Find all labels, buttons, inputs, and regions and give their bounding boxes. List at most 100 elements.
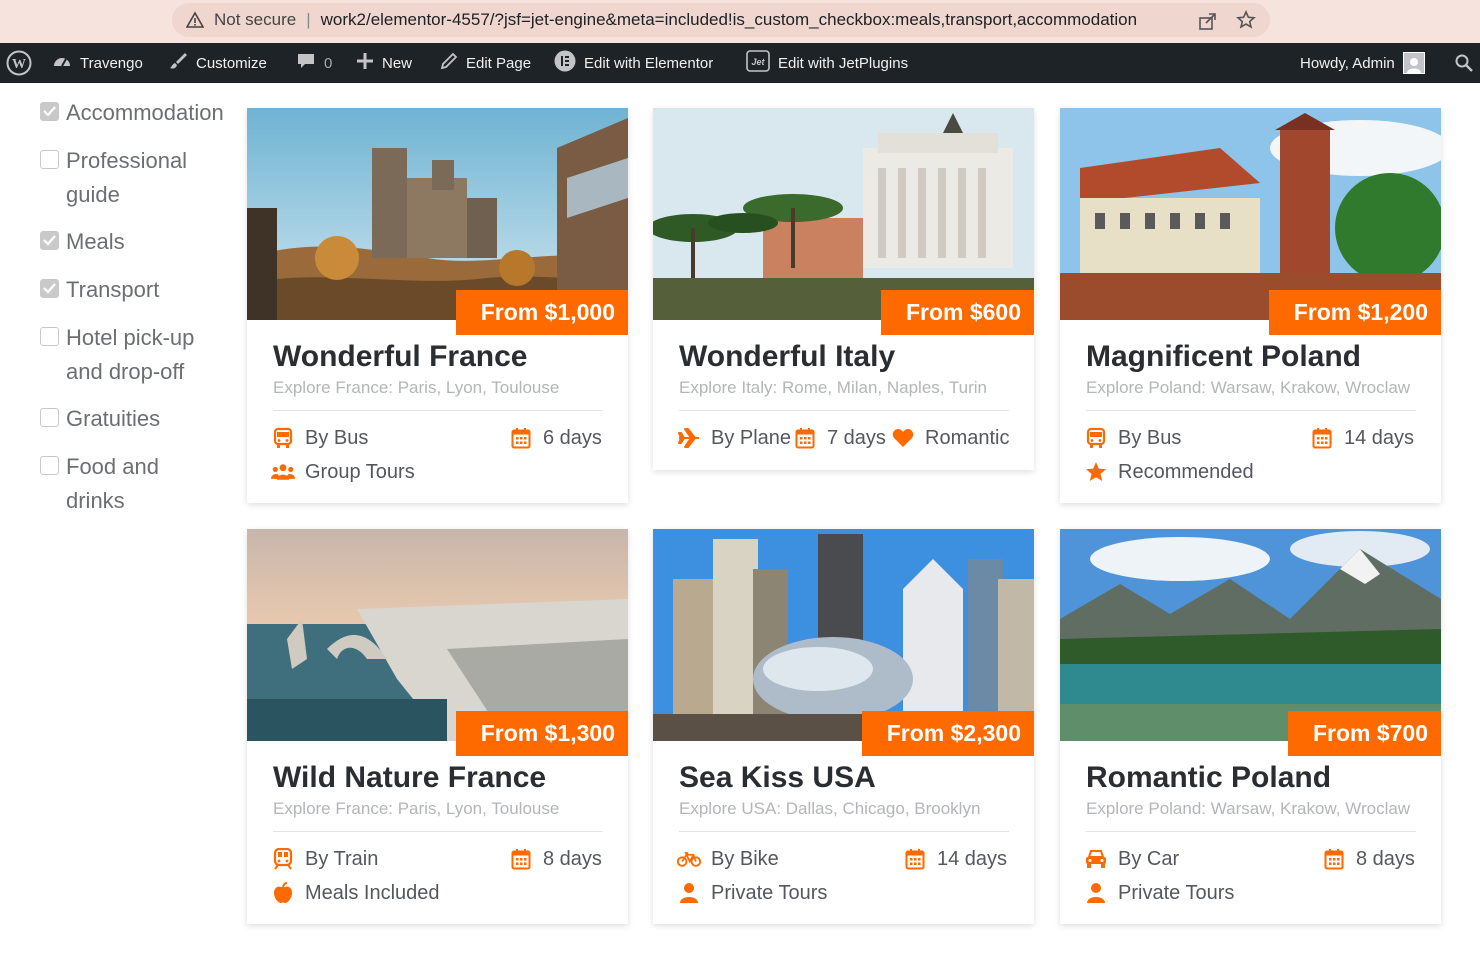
duration-meta: 14 days [903, 847, 1007, 871]
edit-page-link[interactable]: Edit Page [440, 43, 531, 83]
duration-label: 6 days [543, 426, 602, 449]
tour-card[interactable]: From $1,300 Wild Nature France Explore F… [247, 529, 628, 924]
price-badge: From $1,200 [1268, 290, 1441, 335]
checkbox[interactable] [40, 150, 59, 169]
heart-icon [891, 426, 915, 450]
transport-label: By Bus [305, 426, 369, 449]
filter-label: Food and [66, 454, 159, 479]
filter-accommodation[interactable]: Accommodation [40, 96, 224, 130]
tour-title[interactable]: Wonderful France [273, 340, 527, 374]
transport-label: By Car [1118, 847, 1180, 870]
filter-label: Meals [66, 229, 125, 254]
tour-subtitle: Explore Italy: Rome, Milan, Naples, Turi… [679, 378, 988, 397]
checkbox[interactable] [40, 456, 59, 475]
calendar-icon [509, 426, 533, 450]
brush-icon [168, 51, 188, 75]
checkbox[interactable] [40, 327, 59, 346]
address-bar[interactable]: Not secure | work2/elementor-4557/?jsf=j… [172, 3, 1270, 37]
tour-photo[interactable] [247, 108, 628, 320]
duration-meta: 7 days [793, 426, 886, 450]
tour-card[interactable]: From $1,000 Wonderful France Explore Fra… [247, 108, 628, 503]
divider [1086, 831, 1416, 832]
tour-card[interactable]: From $700 Romantic Poland Explore Poland… [1060, 529, 1441, 924]
tag-meta: Private Tours [677, 881, 827, 905]
tour-title[interactable]: Sea Kiss USA [679, 761, 876, 795]
tag-label: Group Tours [305, 460, 415, 483]
bookmark-star-icon[interactable] [1236, 10, 1256, 35]
filter-gratuities[interactable]: Gratuities [40, 402, 160, 436]
comment-count: 0 [324, 54, 333, 72]
account-menu[interactable]: Howdy, Admin [1300, 43, 1425, 83]
transport-label: By Bike [711, 847, 779, 870]
tour-title[interactable]: Magnificent Poland [1086, 340, 1361, 374]
share-icon[interactable] [1198, 11, 1218, 36]
group-icon [271, 460, 295, 484]
divider [679, 831, 1009, 832]
tour-subtitle: Explore France: Paris, Lyon, Toulouse [273, 799, 560, 818]
transport-meta: By Train [271, 847, 378, 871]
not-secure-label: Not secure [214, 10, 297, 29]
wordpress-logo-icon[interactable]: W [6, 43, 32, 83]
edit-jetplugins-label: Edit with JetPlugins [778, 54, 909, 72]
edit-elementor-link[interactable]: Edit with Elementor [554, 43, 713, 83]
tour-photo[interactable] [1060, 108, 1441, 320]
calendar-icon [903, 847, 927, 871]
elementor-icon [554, 50, 576, 76]
svg-text:Jet: Jet [751, 57, 765, 67]
filter-label: Hotel pick-up [66, 325, 195, 350]
url-separator: | [306, 10, 311, 29]
filter-food-drinks[interactable]: Food and drinks [40, 450, 159, 518]
tour-title[interactable]: Wild Nature France [273, 761, 546, 795]
avatar [1402, 52, 1425, 74]
price-badge: From $1,000 [455, 290, 628, 335]
duration-meta: 8 days [509, 847, 602, 871]
dashboard-icon [52, 52, 72, 74]
car-icon [1084, 847, 1108, 871]
tour-card[interactable]: From $1,200 Magnificent Poland Explore P… [1060, 108, 1441, 503]
transport-meta: By Bike [677, 847, 779, 871]
filter-label-line2: guide [66, 182, 120, 207]
site-name-link[interactable]: Travengo [52, 43, 143, 83]
filter-hotel-pickup[interactable]: Hotel pick-up and drop-off [40, 321, 194, 389]
calendar-icon [1322, 847, 1346, 871]
transport-meta: By Bus [271, 426, 368, 450]
transport-meta: By Plane [677, 426, 791, 450]
tour-title[interactable]: Romantic Poland [1086, 761, 1331, 795]
tour-photo[interactable] [653, 529, 1034, 741]
filter-label: Gratuities [66, 406, 161, 431]
price-badge: From $1,300 [455, 711, 628, 756]
tour-title[interactable]: Wonderful Italy [679, 340, 895, 374]
tour-card[interactable]: From $600 Wonderful Italy Explore Italy:… [653, 108, 1034, 470]
transport-label: By Bus [1118, 426, 1182, 449]
tour-card[interactable]: From $2,300 Sea Kiss USA Explore USA: Da… [653, 529, 1034, 924]
duration-meta: 6 days [509, 426, 602, 450]
tag-label: Meals Included [305, 881, 440, 904]
url-text[interactable]: work2/elementor-4557/?jsf=jet-engine&met… [321, 10, 1137, 30]
filter-transport[interactable]: Transport [40, 273, 159, 307]
calendar-icon [509, 847, 533, 871]
tour-photo[interactable] [1060, 529, 1441, 741]
tag-meta: Private Tours [1084, 881, 1234, 905]
checkbox-checked[interactable] [40, 231, 59, 250]
customize-link[interactable]: Customize [168, 43, 267, 83]
comments-link[interactable]: 0 [296, 43, 332, 83]
search-icon[interactable] [1455, 43, 1473, 83]
tag-label: Romantic [925, 426, 1010, 449]
tag-label: Recommended [1118, 460, 1254, 483]
new-label: New [382, 54, 413, 72]
warning-icon[interactable] [186, 11, 204, 29]
site-name: Travengo [80, 54, 143, 72]
price-badge: From $700 [1287, 711, 1441, 756]
edit-jetplugins-link[interactable]: Jet Edit with JetPlugins [746, 43, 908, 83]
tour-subtitle: Explore Poland: Warsaw, Krakow, Wroclaw [1086, 799, 1411, 818]
tour-photo[interactable] [247, 529, 628, 741]
new-content-link[interactable]: New [356, 43, 412, 83]
filter-professional-guide[interactable]: Professional guide [40, 144, 187, 212]
train-icon [271, 847, 295, 871]
tour-photo[interactable] [653, 108, 1034, 320]
filter-meals[interactable]: Meals [40, 225, 125, 259]
checkbox-checked[interactable] [40, 279, 59, 298]
checkbox-checked[interactable] [40, 102, 59, 121]
bike-icon [677, 847, 701, 871]
checkbox[interactable] [40, 408, 59, 427]
